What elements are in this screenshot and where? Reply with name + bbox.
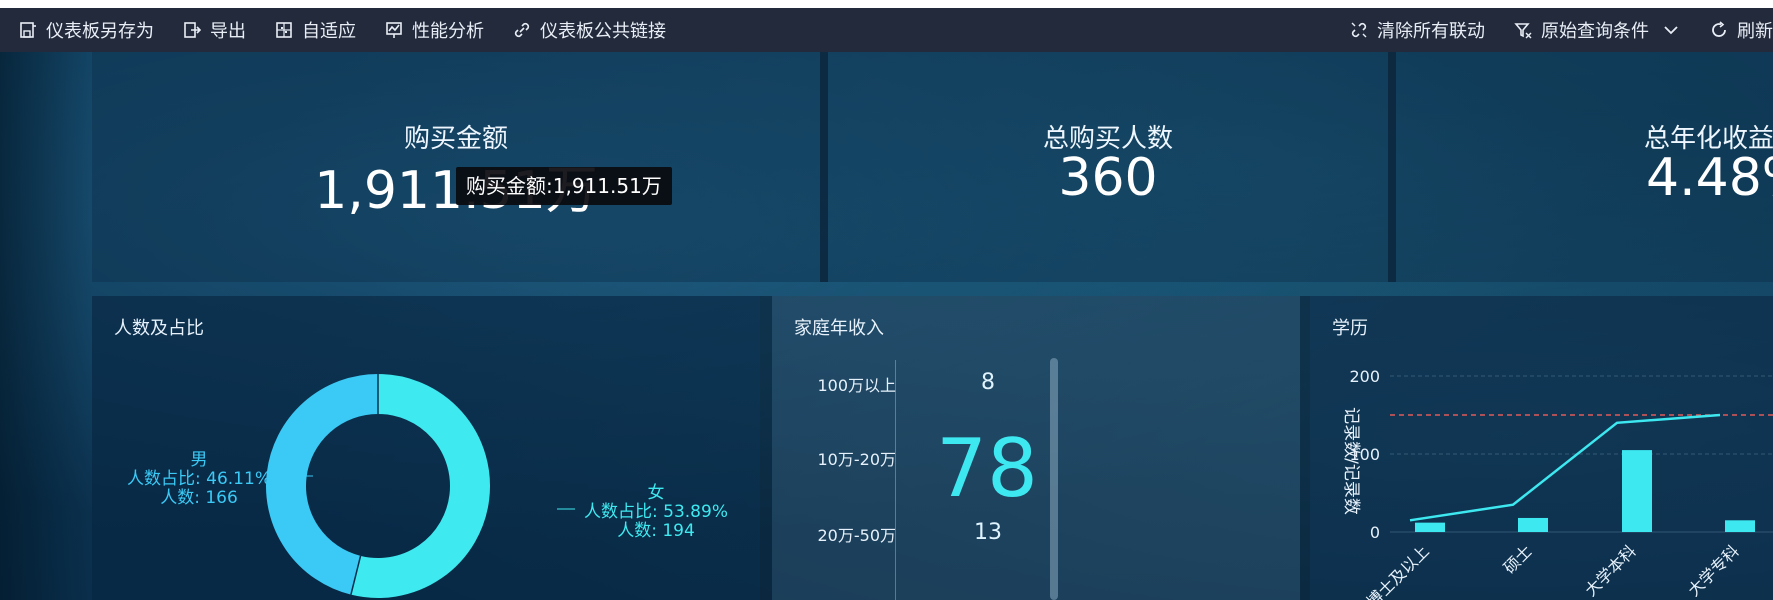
adaptive-button[interactable]: 自适应	[274, 8, 356, 52]
income-highlight-value: 78	[936, 422, 1038, 515]
unlink-icon	[1349, 20, 1369, 40]
y-tick-label: 200	[1349, 367, 1380, 386]
kpi-value: 360	[1058, 148, 1158, 208]
link-icon	[512, 20, 532, 40]
adaptive-label: 自适应	[302, 21, 356, 42]
kpi-annual-yield[interactable]: 总年化收益率 4.48%	[1396, 52, 1773, 282]
income-row-label: 20万-50万	[817, 526, 897, 545]
income-row-label: 100万以上	[817, 376, 896, 395]
panel-gap	[760, 296, 772, 600]
education-bar[interactable]	[1622, 450, 1652, 532]
female-name-label: 女	[648, 483, 665, 503]
kpi-divider	[1388, 52, 1396, 282]
panel-household-income: 家庭年收入 100万以上 8 10万-20万 78 20万-50万 13	[772, 296, 1300, 600]
education-combo-chart: 记录数/记录数 2001000博士及以上 硕士 大学本科 大学专科	[1341, 367, 1773, 600]
dashboard-canvas: 购买金额 1,911.51万 总购买人数 360 总年化收益率 4.48% 购买…	[0, 52, 1773, 600]
save-as-button[interactable]: 仪表板另存为	[18, 8, 154, 52]
y-tick-label: 0	[1370, 523, 1380, 542]
adaptive-icon	[274, 20, 294, 40]
original-query-label: 原始查询条件	[1541, 21, 1649, 42]
x-tick-label: 硕士	[1500, 541, 1536, 577]
donut-slice-female[interactable]	[350, 374, 490, 598]
export-label: 导出	[210, 21, 246, 42]
income-list-scrollbar[interactable]	[1050, 358, 1058, 600]
save-as-icon	[18, 20, 38, 40]
panel-education: 学历 记录数/记录数 200 100 0 博士及以上 硕士 大学本科 大学专科	[1310, 296, 1773, 600]
education-bar[interactable]	[1518, 517, 1548, 532]
chevron-down-icon	[1661, 20, 1681, 40]
refresh-label: 刷新	[1737, 21, 1773, 42]
hover-tooltip: 购买金额:1,911.51万	[456, 167, 672, 205]
kpi-value: 4.48%	[1646, 148, 1773, 208]
kpi-total-buyers[interactable]: 总购买人数 360	[828, 52, 1388, 282]
kpi-divider	[820, 52, 828, 282]
income-row-value: 13	[974, 520, 1002, 545]
y-tick-label: 100	[1349, 445, 1380, 464]
window-top-strip	[0, 0, 1773, 8]
x-tick-label: 大学专科	[1684, 541, 1743, 600]
performance-analysis-button[interactable]: 性能分析	[384, 8, 484, 52]
female-ratio-label: 人数占比: 53.89%	[584, 502, 728, 522]
male-ratio-label: 人数占比: 46.11%	[127, 469, 271, 489]
performance-chart-icon	[384, 20, 404, 40]
save-as-label: 仪表板另存为	[46, 21, 154, 42]
toolbar-right-group: 清除所有联动 原始查询条件 刷新	[1321, 8, 1773, 52]
export-icon	[182, 20, 202, 40]
performance-analysis-label: 性能分析	[412, 21, 484, 42]
public-link-label: 仪表板公共链接	[540, 21, 666, 42]
dashboard-toolbar: 仪表板另存为 导出 自适应 性能分析 仪表板公共链接 清除所有联动 原始查询条件…	[0, 8, 1773, 52]
clear-linkage-button[interactable]: 清除所有联动	[1349, 8, 1485, 52]
education-line-series[interactable]	[1409, 413, 1721, 522]
panel-gap	[1300, 296, 1310, 600]
refresh-button[interactable]: 刷新	[1709, 8, 1773, 52]
toolbar-left-group: 仪表板另存为 导出 自适应 性能分析 仪表板公共链接	[0, 8, 676, 52]
public-link-button[interactable]: 仪表板公共链接	[512, 8, 666, 52]
male-count-label: 人数: 166	[160, 488, 238, 508]
male-name-label: 男	[191, 450, 208, 470]
female-count-label: 人数: 194	[617, 521, 695, 541]
x-tick-label: 博士及以上	[1363, 541, 1433, 600]
donut-slice-male[interactable]	[266, 374, 379, 595]
background-edge	[0, 52, 92, 600]
filter-icon	[1513, 20, 1533, 40]
income-row-value: 8	[981, 370, 995, 395]
education-bar[interactable]	[1725, 520, 1755, 532]
original-query-dropdown[interactable]: 原始查询条件	[1513, 8, 1681, 52]
panel-gender-share: 人数及占比 男 人数占比: 46.11% 人数: 166 女 人数占比: 53.…	[92, 296, 760, 600]
clear-linkage-label: 清除所有联动	[1377, 21, 1485, 42]
refresh-icon	[1709, 20, 1729, 40]
x-tick-label: 大学本科	[1581, 541, 1640, 600]
education-bar[interactable]	[1415, 522, 1445, 532]
income-row-label: 10万-20万	[817, 450, 897, 469]
export-button[interactable]: 导出	[182, 8, 246, 52]
gender-donut-chart: 男 人数占比: 46.11% 人数: 166 女 人数占比: 53.89% 人数…	[127, 374, 728, 598]
panel-title: 家庭年收入	[794, 318, 884, 339]
